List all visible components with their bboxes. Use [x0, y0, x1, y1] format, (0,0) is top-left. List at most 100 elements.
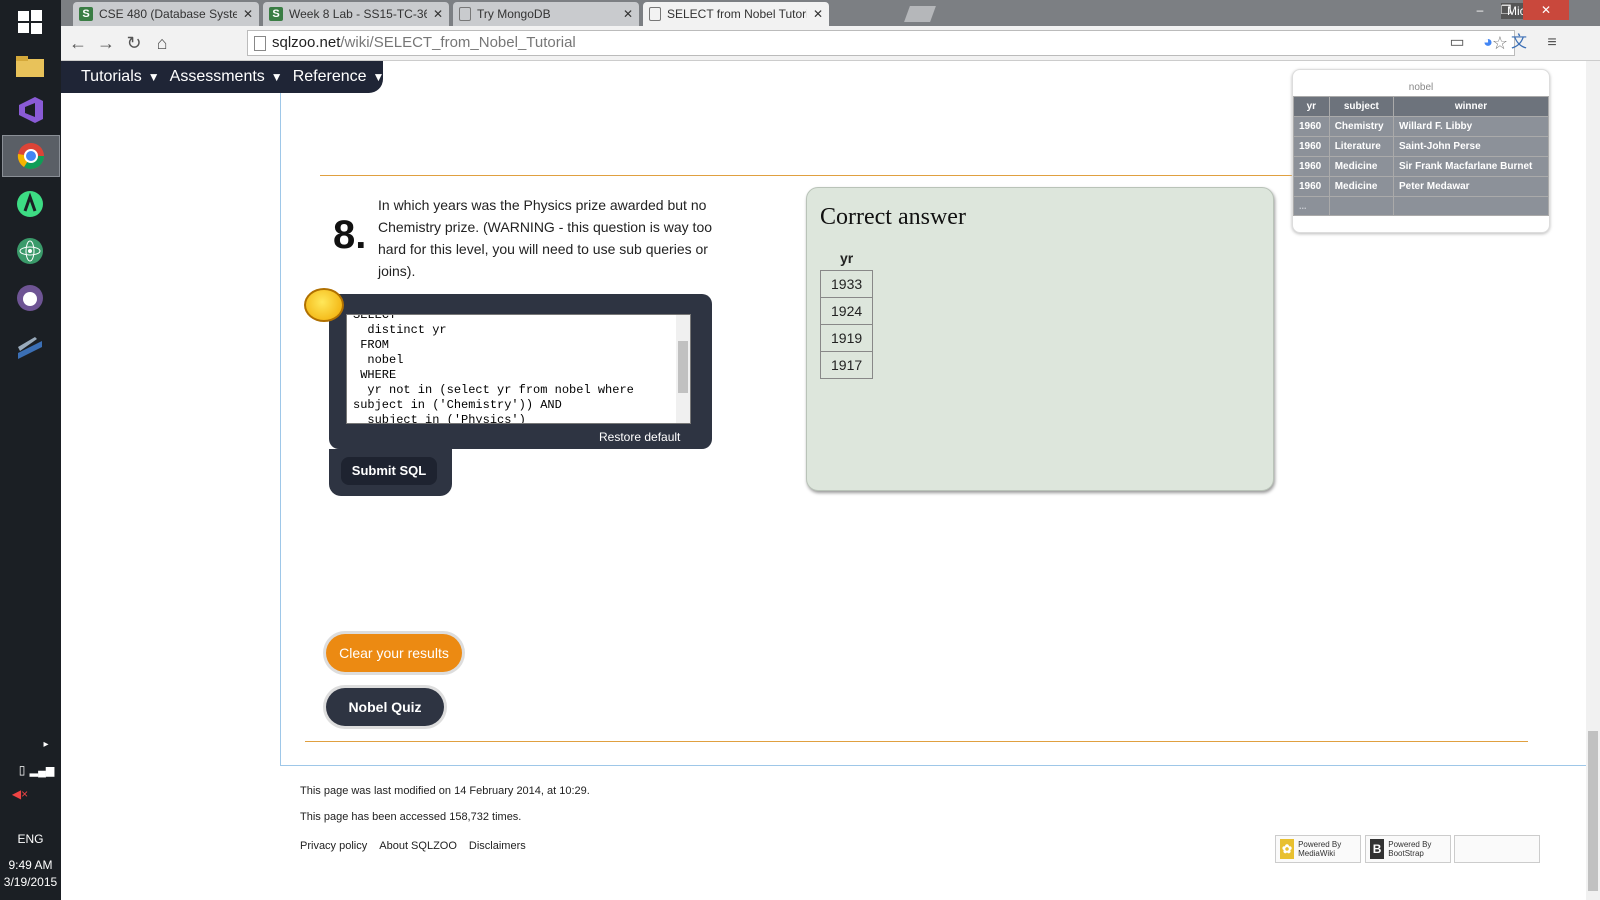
dropdown-arrow-icon[interactable]: ▼: [373, 70, 385, 84]
home-icon[interactable]: ⌂: [151, 32, 173, 54]
nobel-cell: Peter Medawar: [1392, 176, 1550, 197]
tab-title: Try MongoDB: [477, 7, 551, 21]
nobel-header: winner: [1392, 96, 1550, 117]
page-scrollbar[interactable]: [1586, 61, 1600, 900]
sql-input[interactable]: SELECT distinct yr FROM nobel WHERE yr n…: [346, 314, 691, 424]
dropdown-arrow-icon[interactable]: ▼: [148, 70, 160, 84]
cast-icon[interactable]: ▭: [1446, 32, 1468, 54]
clock-time[interactable]: 9:49 AM: [0, 858, 61, 872]
reload-icon[interactable]: ↻: [123, 32, 145, 54]
back-icon[interactable]: ←: [67, 32, 89, 54]
close-icon[interactable]: ✕: [433, 7, 443, 21]
page-icon: [649, 7, 661, 21]
github-desktop-icon[interactable]: [10, 278, 50, 318]
clear-results-button[interactable]: Clear your results: [326, 634, 462, 672]
restore-icon[interactable]: ❐: [1493, 0, 1519, 20]
atom-editor-icon[interactable]: [10, 231, 50, 271]
android-studio-icon[interactable]: [10, 184, 50, 224]
sql-editor-panel: SELECT distinct yr FROM nobel WHERE yr n…: [329, 294, 712, 449]
browser-tab[interactable]: S Week 8 Lab - SS15-TC-36 ✕: [263, 2, 449, 26]
file-explorer-icon[interactable]: [10, 46, 50, 86]
sqlite-browser-icon[interactable]: [10, 326, 50, 366]
sql-scrollbar[interactable]: [676, 315, 690, 423]
nobel-quiz-button[interactable]: Nobel Quiz: [326, 688, 444, 726]
forward-icon[interactable]: →: [95, 32, 117, 54]
answer-column-header: yr: [839, 250, 854, 266]
tab-title: SELECT from Nobel Tutorial: [667, 7, 807, 21]
tab-title: CSE 480 (Database Systems: [99, 7, 237, 21]
sql-scroll-thumb[interactable]: [678, 341, 688, 393]
menu-icon[interactable]: ≡: [1541, 32, 1563, 54]
nobel-header: subject: [1328, 96, 1394, 117]
restore-default-link[interactable]: Restore default: [599, 430, 680, 444]
site-nav-bar: Tutorials ▼ Assessments ▼ Reference ▼: [61, 61, 385, 93]
nobel-caption: nobel: [1408, 82, 1434, 93]
mediawiki-badge[interactable]: ✿ Powered By MediaWiki: [1275, 835, 1361, 863]
minimize-icon[interactable]: –: [1467, 0, 1493, 20]
nav-assessments[interactable]: Assessments: [170, 68, 265, 86]
nobel-cell: Saint-John Perse: [1392, 136, 1550, 157]
show-hidden-icons-icon[interactable]: ▸: [38, 736, 54, 752]
input-language[interactable]: ENG: [0, 832, 61, 846]
question-number: 8.: [333, 213, 367, 257]
new-tab-button[interactable]: [904, 6, 936, 22]
bootstrap-badge[interactable]: B Powered By BootStrap: [1365, 835, 1451, 863]
bootstrap-badge-text: Powered By BootStrap: [1388, 840, 1432, 858]
chrome-taskbar-icon[interactable]: [2, 135, 60, 177]
nav-reference[interactable]: Reference: [293, 68, 367, 86]
submit-sql-button[interactable]: Submit SQL: [341, 457, 437, 485]
page-scroll-thumb[interactable]: [1588, 731, 1598, 891]
sql-text: SELECT distinct yr FROM nobel WHERE yr n…: [353, 314, 634, 424]
signal-icon[interactable]: ▂▄▆: [30, 760, 55, 780]
correct-answer-panel: Correct answer yr 1933 1924 1919 1917: [806, 187, 1274, 491]
bootstrap-logo-icon: B: [1370, 839, 1385, 859]
access-count-text: This page has been accessed 158,732 time…: [300, 811, 522, 823]
sqlzoo-s-icon: S: [79, 7, 93, 21]
nobel-cell: Medicine: [1328, 176, 1394, 197]
answer-cell: 1924: [819, 297, 874, 325]
browser-tab[interactable]: S CSE 480 (Database Systems ✕: [73, 2, 259, 26]
nav-tutorials[interactable]: Tutorials: [81, 68, 142, 86]
tab-title: Week 8 Lab - SS15-TC-36: [289, 7, 427, 21]
volume-muted-icon[interactable]: ◀×: [10, 784, 30, 804]
close-icon[interactable]: ✕: [813, 7, 823, 21]
url-host: sqlzoo.net: [272, 34, 341, 51]
sqlzoo-s-icon: S: [269, 7, 283, 21]
url-path: /wiki/SELECT_from_Nobel_Tutorial: [340, 34, 576, 51]
question-text: In which years was the Physics prize awa…: [378, 197, 713, 279]
nobel-header: yr: [1293, 96, 1330, 117]
dropdown-arrow-icon[interactable]: ▼: [271, 70, 283, 84]
table-row: 1960 Medicine Peter Medawar: [1293, 176, 1550, 197]
nobel-cell: Chemistry: [1328, 116, 1394, 137]
browser-tab[interactable]: Try MongoDB ✕: [453, 2, 639, 26]
windows-start-icon[interactable]: [10, 2, 50, 42]
browser-tab-strip: S CSE 480 (Database Systems ✕ S Week 8 L…: [61, 0, 1600, 26]
nobel-cell: [1328, 196, 1394, 216]
windows-taskbar: ▸ ▯ ▂▄▆ ◀× ENG 9:49 AM 3/19/2015: [0, 0, 61, 900]
submit-panel: Submit SQL: [329, 449, 452, 496]
close-icon[interactable]: ✕: [243, 7, 253, 21]
window-close-icon[interactable]: ✕: [1523, 0, 1569, 20]
answer-cell: 1917: [819, 351, 874, 379]
browser-tab-active[interactable]: SELECT from Nobel Tutorial ✕: [643, 2, 829, 26]
page-content: Tutorials ▼ Assessments ▼ Reference ▼ 8. In…: [61, 61, 1586, 900]
clock-date[interactable]: 3/19/2015: [0, 875, 61, 889]
nobel-more-cell: ...: [1293, 196, 1330, 216]
disclaimers-link[interactable]: Disclaimers: [469, 840, 526, 852]
translate-icon[interactable]: 文: [1508, 32, 1530, 54]
nobel-table-preview: nobel yr subject winner 1960 Chemistry W…: [1292, 69, 1550, 233]
footer-divider: [305, 741, 1528, 742]
nobel-cell: 1960: [1293, 116, 1330, 137]
page-icon: [254, 36, 266, 51]
about-sqlzoo-link[interactable]: About SQLZOO: [379, 840, 457, 852]
chrome-extension-icon[interactable]: ◕: [1477, 32, 1499, 54]
close-icon[interactable]: ✕: [623, 7, 633, 21]
address-bar[interactable]: sqlzoo.net/wiki/SELECT_from_Nobel_Tutori…: [247, 30, 1515, 56]
answer-title: Correct answer: [820, 204, 966, 230]
privacy-policy-link[interactable]: Privacy policy: [300, 840, 367, 852]
smiley-face-icon: [304, 288, 344, 322]
visual-studio-icon[interactable]: [10, 90, 50, 130]
nobel-cell: 1960: [1293, 156, 1330, 177]
table-row: 1960 Literature Saint-John Perse: [1293, 136, 1550, 157]
nobel-table: yr subject winner 1960 Chemistry Willard…: [1293, 96, 1550, 216]
